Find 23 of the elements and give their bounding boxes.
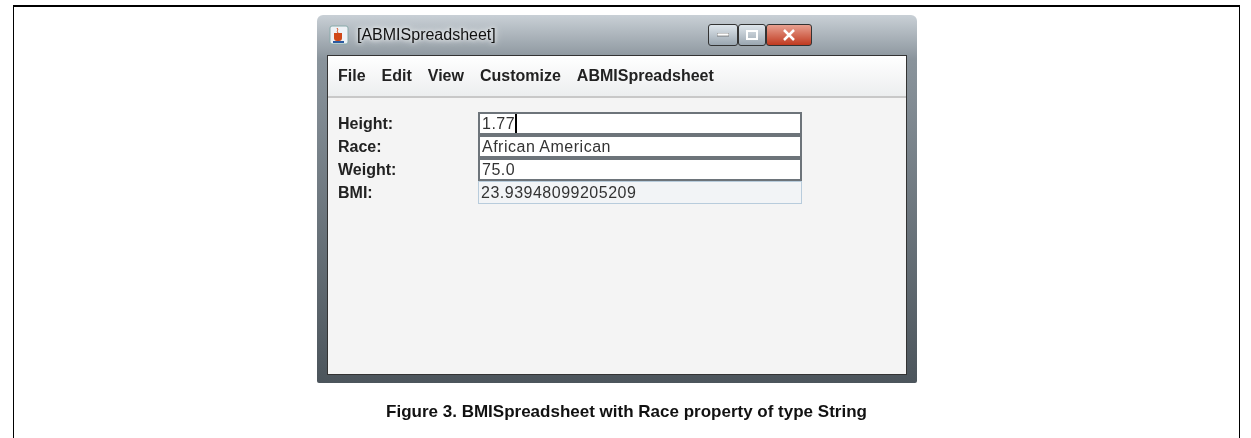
menu-item[interactable]: Edit bbox=[381, 67, 412, 85]
figure-caption: Figure 3. BMISpreadsheet with Race property of type String bbox=[385, 402, 868, 422]
field-label: Height: bbox=[338, 114, 395, 134]
field-label: Weight: bbox=[338, 160, 398, 180]
window-title: [ABMISpreadsheet] bbox=[357, 26, 496, 44]
minimize-button[interactable] bbox=[708, 24, 738, 46]
close-button[interactable] bbox=[766, 24, 812, 46]
minimize-icon bbox=[717, 33, 729, 37]
text-field[interactable]: 75.0 bbox=[478, 158, 802, 181]
close-icon bbox=[782, 29, 796, 41]
maximize-icon bbox=[746, 30, 758, 40]
menu-item[interactable]: File bbox=[338, 67, 366, 85]
text-field[interactable]: 23.93948099205209 bbox=[478, 181, 802, 204]
field-label: BMI: bbox=[338, 183, 374, 203]
text-field[interactable]: African American bbox=[478, 135, 802, 158]
maximize-button[interactable] bbox=[738, 24, 766, 46]
menu-item[interactable]: Customize bbox=[479, 67, 561, 85]
field-label: Race: bbox=[338, 137, 383, 157]
text-field[interactable]: 1.77 bbox=[478, 112, 802, 135]
text-cursor bbox=[515, 114, 518, 133]
menu-item[interactable]: View bbox=[427, 67, 464, 85]
coffee-cup-icon bbox=[329, 25, 349, 45]
menu-item[interactable]: ABMISpreadsheet bbox=[576, 67, 714, 85]
